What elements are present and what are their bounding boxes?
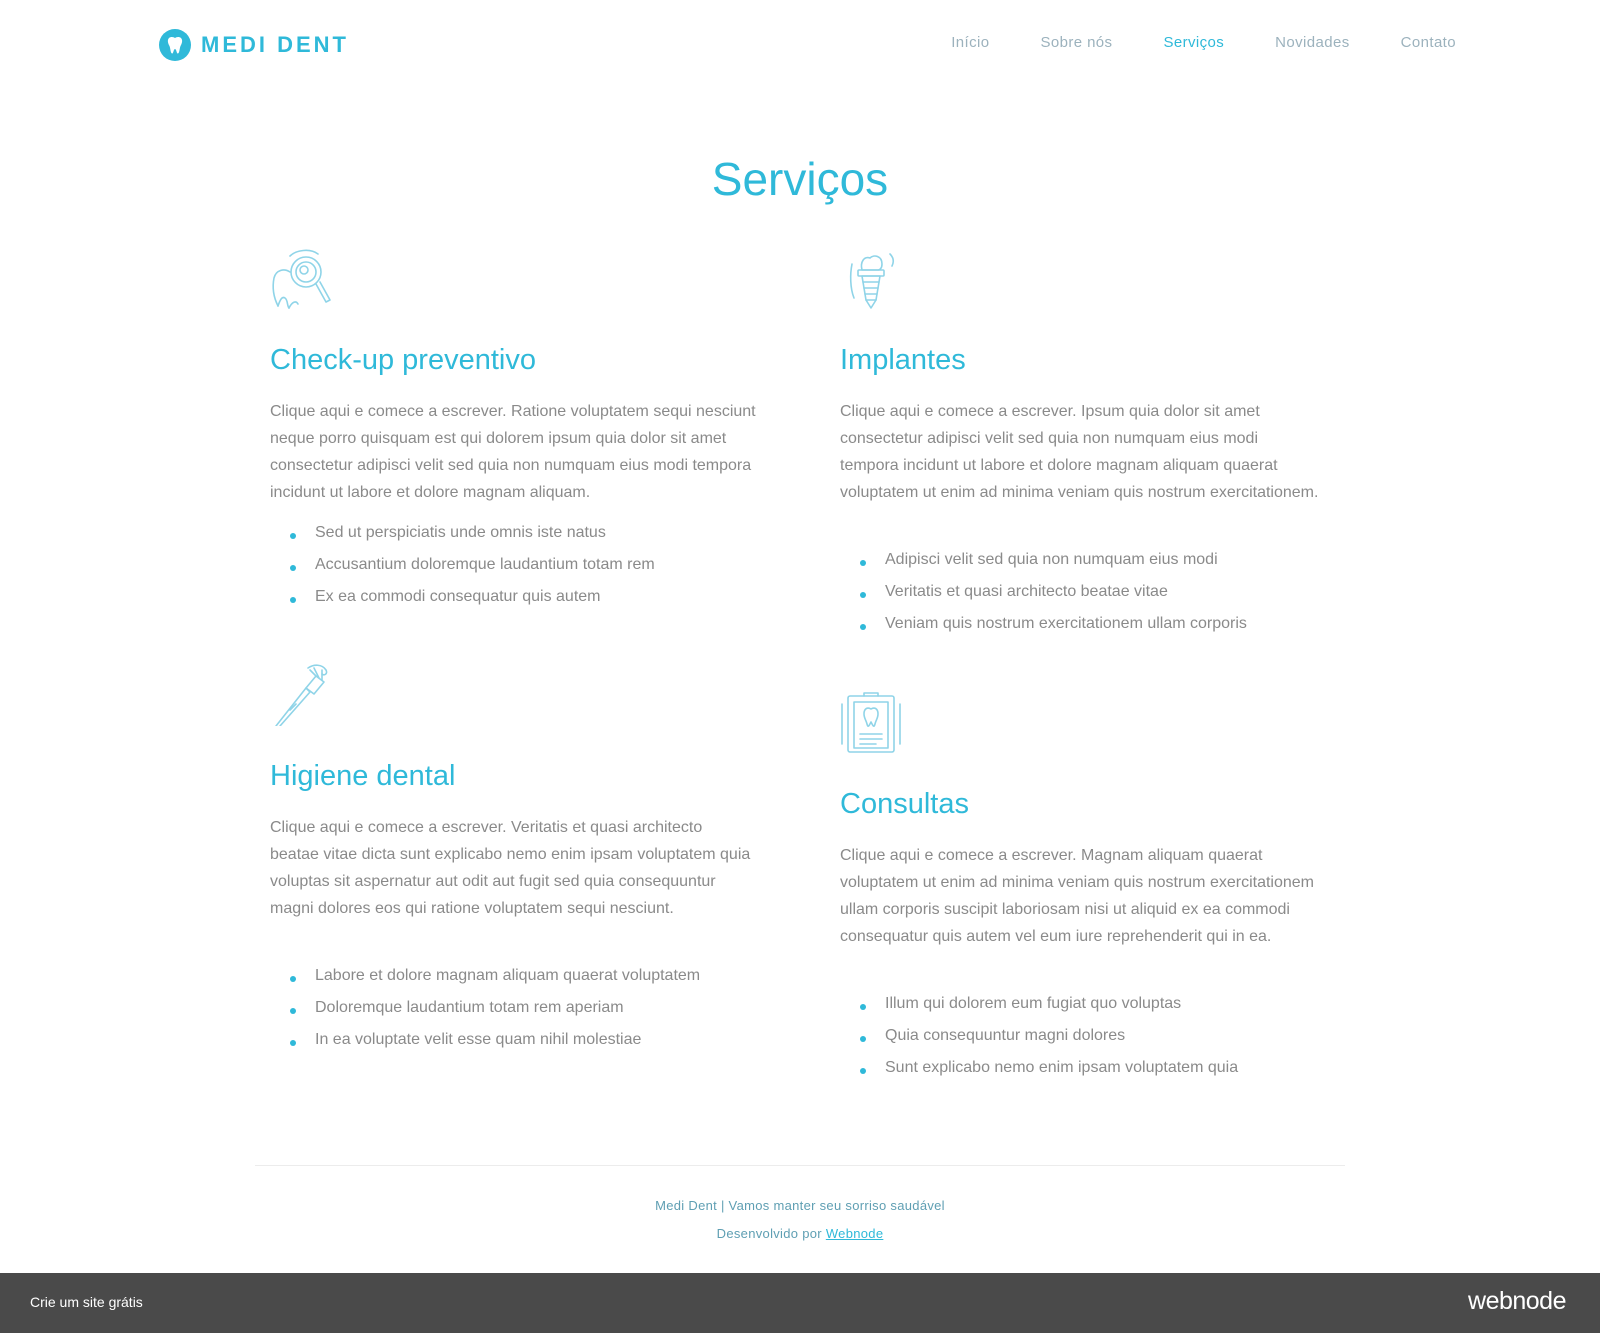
nav-item-servicos[interactable]: Serviços xyxy=(1163,34,1224,51)
service-description: Clique aqui e comece a escrever. Ratione… xyxy=(270,403,756,501)
dental-implant-icon xyxy=(849,253,895,309)
nav-item-contato[interactable]: Contato xyxy=(1401,34,1456,51)
list-item: Illum qui dolorem eum fugiat quo volupta… xyxy=(840,995,1181,1013)
list-item: Adipisci velit sed quia non numquam eius… xyxy=(840,551,1218,569)
footer-divider xyxy=(255,1165,1345,1166)
webnode-logo[interactable]: webnode xyxy=(1468,1287,1566,1316)
nav-item-novidades[interactable]: Novidades xyxy=(1275,34,1349,51)
list-item: Sed ut perspiciatis unde omnis iste natu… xyxy=(270,524,606,542)
webnode-link[interactable]: Webnode xyxy=(826,1226,884,1241)
list-item: Sunt explicabo nemo enim ipsam voluptate… xyxy=(840,1059,1238,1077)
service-description: Clique aqui e comece a escrever. Magnam … xyxy=(840,847,1314,945)
list-item: Ex ea commodi consequatur quis autem xyxy=(270,588,600,606)
dental-chart-icon xyxy=(841,692,901,753)
create-site-link[interactable]: Crie um site grátis xyxy=(30,1294,143,1310)
nav-item-sobre-nos[interactable]: Sobre nós xyxy=(1040,34,1112,51)
service-implantes: Implantes Clique aqui e comece a escreve… xyxy=(840,248,1340,644)
list-item: Accusantium doloremque laudantium totam … xyxy=(270,556,655,574)
service-check-up: Check-up preventivo Clique aqui e comece… xyxy=(270,248,770,618)
service-title: Check-up preventivo xyxy=(270,344,536,376)
nav-item-inicio[interactable]: Início xyxy=(951,34,989,51)
promo-bar: Crie um site grátis webnode xyxy=(0,1273,1600,1333)
site-header: MEDI DENT Início Sobre nós Serviços Novi… xyxy=(0,0,1600,90)
service-title: Implantes xyxy=(840,344,966,376)
service-description: Clique aqui e comece a escrever. Ipsum q… xyxy=(840,403,1319,501)
service-title: Consultas xyxy=(840,788,969,820)
list-item: Doloremque laudantium totam rem aperiam xyxy=(270,999,624,1017)
magnifier-tooth-icon xyxy=(272,249,331,309)
list-item: Veniam quis nostrum exercitationem ullam… xyxy=(840,615,1247,633)
main-nav: Início Sobre nós Serviços Novidades Cont… xyxy=(900,34,1456,51)
list-item: Veritatis et quasi architecto beatae vit… xyxy=(840,583,1168,601)
service-description: Clique aqui e comece a escrever. Veritat… xyxy=(270,819,751,917)
list-item: Quia consequuntur magni dolores xyxy=(840,1027,1125,1045)
footer-tagline: Medi Dent | Vamos manter seu sorriso sau… xyxy=(655,1198,945,1213)
brand-name: MEDI DENT xyxy=(201,32,349,57)
service-consultas: Consultas Clique aqui e comece a escreve… xyxy=(840,692,1340,1092)
toothbrush-icon xyxy=(275,664,328,726)
tooth-icon xyxy=(159,29,191,61)
footer-credit: Desenvolvido por Webnode xyxy=(0,1226,1600,1241)
list-item: In ea voluptate velit esse quam nihil mo… xyxy=(270,1031,641,1049)
service-higiene-dental: Higiene dental Clique aqui e comece a es… xyxy=(270,664,770,1064)
footer-credit-label: Desenvolvido por xyxy=(716,1226,822,1241)
service-title: Higiene dental xyxy=(270,760,456,792)
page-title: Serviços xyxy=(711,153,889,205)
site-logo[interactable]: MEDI DENT xyxy=(159,29,349,61)
list-item: Labore et dolore magnam aliquam quaerat … xyxy=(270,967,700,985)
